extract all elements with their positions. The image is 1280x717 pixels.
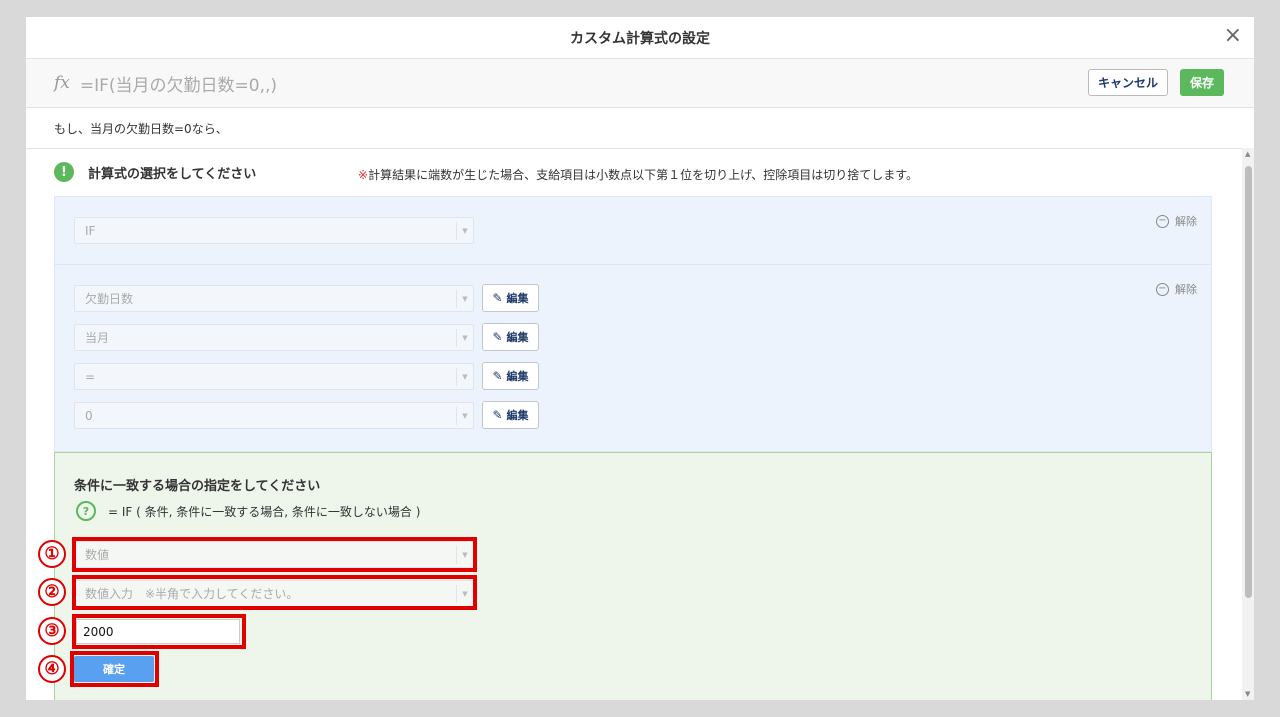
pencil-icon: ✎ — [492, 408, 503, 422]
caret-down-icon: ▼ — [456, 329, 473, 347]
item-select[interactable]: 欠勤日数 ▼ — [74, 285, 474, 312]
scroll-thumb[interactable] — [1245, 166, 1252, 598]
pencil-icon: ✎ — [492, 330, 503, 344]
caret-down-icon: ▼ — [456, 368, 473, 386]
function-select[interactable]: IF ▼ — [74, 217, 474, 244]
formula-text: =IF(当月の欠勤日数=0,,) — [79, 75, 278, 96]
rounding-note: ※計算結果に端数が生じた場合、支給項目は小数点以下第１位を切り上げ、控除項目は切… — [358, 166, 918, 183]
item-select-value: 欠勤日数 — [85, 292, 134, 306]
scroll-down-icon[interactable]: ▼ — [1245, 690, 1250, 698]
operator-select[interactable]: = ▼ — [74, 363, 474, 390]
highlight-box-3 — [72, 614, 246, 649]
vertical-scrollbar[interactable]: ▲ ▼ — [1242, 148, 1254, 700]
function-select-value: IF — [85, 223, 96, 238]
custom-formula-dialog: カスタム計算式の設定 × fx =IF(当月の欠勤日数=0,,) キャンセル 保… — [26, 17, 1254, 700]
formula-bar: fx =IF(当月の欠勤日数=0,,) キャンセル 保存 — [26, 59, 1254, 108]
pencil-icon: ✎ — [492, 369, 503, 383]
section-title: 計算式の選択をしてください — [88, 166, 257, 182]
highlight-box-4 — [70, 651, 159, 687]
remove-button[interactable]: − 解除 — [1156, 213, 1197, 229]
edit-label: 編集 — [506, 409, 529, 422]
dialog-header: カスタム計算式の設定 × — [26, 17, 1254, 59]
note-text: 計算結果に端数が生じた場合、支給項目は小数点以下第１位を切り上げ、控除項目は切り… — [368, 168, 919, 182]
period-select-value: 当月 — [85, 331, 110, 345]
save-button[interactable]: 保存 — [1180, 69, 1224, 96]
edit-label: 編集 — [506, 331, 529, 344]
period-select[interactable]: 当月 ▼ — [74, 324, 474, 351]
dialog-title: カスタム計算式の設定 — [570, 30, 710, 47]
edit-button[interactable]: ✎ 編集 — [482, 362, 539, 390]
edit-button[interactable]: ✎ 編集 — [482, 284, 539, 312]
minus-circle-icon: − — [1156, 282, 1169, 296]
highlight-box-1 — [72, 537, 477, 572]
cancel-button[interactable]: キャンセル — [1088, 69, 1168, 96]
edit-label: 編集 — [506, 370, 529, 383]
remove-label: 解除 — [1175, 283, 1197, 296]
highlight-box-2 — [72, 575, 477, 610]
annotation-3: ③ — [38, 617, 66, 645]
section-header: ! 計算式の選択をしてください — [54, 162, 256, 182]
if-syntax-text: = IF ( 条件, 条件に一致する場合, 条件に一致しない場合 ) — [108, 504, 421, 519]
edit-button[interactable]: ✎ 編集 — [482, 401, 539, 429]
operator-select-value: = — [85, 369, 96, 384]
annotation-4: ④ — [38, 655, 66, 683]
caret-down-icon: ▼ — [456, 407, 473, 425]
close-icon[interactable]: × — [1224, 25, 1242, 47]
caret-down-icon: ▼ — [456, 222, 473, 240]
question-icon[interactable]: ? — [76, 501, 96, 521]
remove-label: 解除 — [1175, 215, 1197, 228]
minus-circle-icon: − — [1156, 214, 1169, 228]
scroll-up-icon[interactable]: ▲ — [1245, 150, 1250, 158]
pencil-icon: ✎ — [492, 291, 503, 305]
value-select[interactable]: 0 ▼ — [74, 402, 474, 429]
edit-button[interactable]: ✎ 編集 — [482, 323, 539, 351]
if-syntax-help: ? = IF ( 条件, 条件に一致する場合, 条件に一致しない場合 ) — [76, 501, 420, 521]
fx-label: fx — [54, 73, 70, 93]
note-mark: ※ — [358, 168, 369, 182]
annotation-1: ① — [38, 540, 66, 568]
value-select-value: 0 — [85, 408, 93, 423]
edit-label: 編集 — [506, 292, 529, 305]
formula-description: もし、当月の欠勤日数=0なら、 — [26, 108, 1254, 149]
caret-down-icon: ▼ — [456, 290, 473, 308]
annotation-2: ② — [38, 578, 66, 606]
exclamation-icon: ! — [54, 162, 74, 182]
match-condition-title: 条件に一致する場合の指定をしてください — [74, 479, 321, 494]
formula-editor-content: ! 計算式の選択をしてください ※計算結果に端数が生じた場合、支給項目は小数点以… — [26, 148, 1242, 700]
remove-button[interactable]: − 解除 — [1156, 281, 1197, 297]
